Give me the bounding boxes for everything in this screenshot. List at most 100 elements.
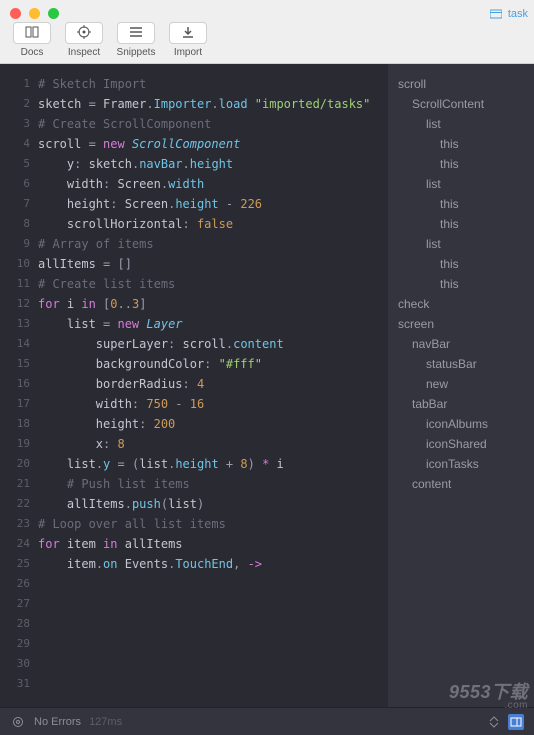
code-line[interactable]: # Create ScrollComponent — [38, 114, 388, 134]
line-number: 10 — [0, 254, 30, 274]
code-line[interactable]: scrollHorizontal: false — [38, 214, 388, 234]
outline-item[interactable]: iconAlbums — [394, 414, 528, 434]
code-line[interactable]: x: 8 — [38, 434, 388, 454]
code-line[interactable]: # Sketch Import — [38, 74, 388, 94]
target-icon — [77, 25, 91, 42]
zoom-icon[interactable] — [48, 8, 59, 19]
line-number: 3 — [0, 114, 30, 134]
window-controls — [10, 8, 59, 19]
line-gutter: 1234567891011121314151617181920212223242… — [0, 64, 38, 707]
file-icon — [488, 6, 504, 22]
outline-item[interactable]: list — [394, 114, 528, 134]
close-icon[interactable] — [10, 8, 21, 19]
inspect-button[interactable]: Inspect — [60, 22, 108, 58]
code-line[interactable]: list = new Layer — [38, 314, 388, 334]
line-number: 23 — [0, 514, 30, 534]
line-number: 30 — [0, 654, 30, 674]
docs-button[interactable]: Docs — [8, 22, 56, 58]
code-line[interactable]: for i in [0..3] — [38, 294, 388, 314]
code-line[interactable]: sketch = Framer.Importer.load "imported/… — [38, 94, 388, 114]
snippets-button[interactable]: Snippets — [112, 22, 160, 58]
outline-item[interactable]: this — [394, 254, 528, 274]
panel-toggle-icon[interactable] — [508, 714, 524, 730]
file-label: task — [508, 8, 528, 20]
tool-label: Snippets — [117, 47, 156, 58]
list-icon — [130, 26, 142, 40]
outline-item[interactable]: list — [394, 234, 528, 254]
outline-item[interactable]: check — [394, 294, 528, 314]
line-number: 11 — [0, 274, 30, 294]
line-number: 19 — [0, 434, 30, 454]
outline-item[interactable]: ScrollContent — [394, 94, 528, 114]
code-line[interactable]: list.y = (list.height + 8) * i — [38, 454, 388, 474]
outline-item[interactable]: tabBar — [394, 394, 528, 414]
line-number: 28 — [0, 614, 30, 634]
line-number: 24 — [0, 534, 30, 554]
outline-item[interactable]: iconShared — [394, 434, 528, 454]
outline-item[interactable]: screen — [394, 314, 528, 334]
line-number: 13 — [0, 314, 30, 334]
code-line[interactable]: item.on Events.TouchEnd, -> — [38, 554, 388, 574]
errors-label: No Errors — [34, 716, 81, 728]
outline-item[interactable]: statusBar — [394, 354, 528, 374]
code-line[interactable]: height: 200 — [38, 414, 388, 434]
code-line[interactable]: height: Screen.height - 226 — [38, 194, 388, 214]
line-number: 12 — [0, 294, 30, 314]
line-number: 16 — [0, 374, 30, 394]
code-line[interactable]: for item in allItems — [38, 534, 388, 554]
line-number: 21 — [0, 474, 30, 494]
toolbar: Docs Inspect Snippets Import — [8, 22, 212, 58]
line-number: 7 — [0, 194, 30, 214]
expand-icon[interactable] — [486, 714, 502, 730]
code-line[interactable]: # Loop over all list items — [38, 514, 388, 534]
layer-outline[interactable]: scrollScrollContentlistthisthislistthist… — [388, 64, 534, 707]
line-number: 2 — [0, 94, 30, 114]
import-button[interactable]: Import — [164, 22, 212, 58]
line-number: 22 — [0, 494, 30, 514]
outline-item[interactable]: content — [394, 474, 528, 494]
code-line[interactable]: width: 750 - 16 — [38, 394, 388, 414]
tool-label: Docs — [21, 47, 44, 58]
outline-item[interactable]: this — [394, 134, 528, 154]
outline-item[interactable]: this — [394, 274, 528, 294]
outline-item[interactable]: new — [394, 374, 528, 394]
code-line[interactable]: # Create list items — [38, 274, 388, 294]
download-icon — [182, 26, 194, 41]
code-line[interactable]: borderRadius: 4 — [38, 374, 388, 394]
tool-label: Import — [174, 47, 202, 58]
outline-item[interactable]: this — [394, 214, 528, 234]
code-line[interactable]: scroll = new ScrollComponent — [38, 134, 388, 154]
code-line[interactable]: allItems = [] — [38, 254, 388, 274]
outline-item[interactable]: this — [394, 194, 528, 214]
outline-item[interactable]: this — [394, 154, 528, 174]
file-badge: task — [488, 6, 528, 22]
line-number: 5 — [0, 154, 30, 174]
code-line[interactable]: superLayer: scroll.content — [38, 334, 388, 354]
line-number: 17 — [0, 394, 30, 414]
outline-item[interactable]: navBar — [394, 334, 528, 354]
line-number: 9 — [0, 234, 30, 254]
code-line[interactable]: width: Screen.width — [38, 174, 388, 194]
outline-item[interactable]: list — [394, 174, 528, 194]
code-line[interactable]: backgroundColor: "#fff" — [38, 354, 388, 374]
code-line[interactable]: # Push list items — [38, 474, 388, 494]
outline-item[interactable]: iconTasks — [394, 454, 528, 474]
code-line[interactable]: y: sketch.navBar.height — [38, 154, 388, 174]
main-area: 1234567891011121314151617181920212223242… — [0, 64, 534, 707]
line-number: 25 — [0, 554, 30, 574]
line-number: 29 — [0, 634, 30, 654]
compile-time: 127ms — [89, 716, 122, 728]
line-number: 27 — [0, 594, 30, 614]
gear-icon[interactable] — [10, 714, 26, 730]
code-editor[interactable]: # Sketch Importsketch = Framer.Importer.… — [38, 64, 388, 707]
book-icon — [25, 26, 39, 41]
line-number: 31 — [0, 674, 30, 694]
line-number: 20 — [0, 454, 30, 474]
line-number: 26 — [0, 574, 30, 594]
outline-item[interactable]: scroll — [394, 74, 528, 94]
minimize-icon[interactable] — [29, 8, 40, 19]
code-line[interactable]: # Array of items — [38, 234, 388, 254]
code-line[interactable]: allItems.push(list) — [38, 494, 388, 514]
line-number: 18 — [0, 414, 30, 434]
titlebar: task Docs Inspect Snippets Import — [0, 0, 534, 64]
